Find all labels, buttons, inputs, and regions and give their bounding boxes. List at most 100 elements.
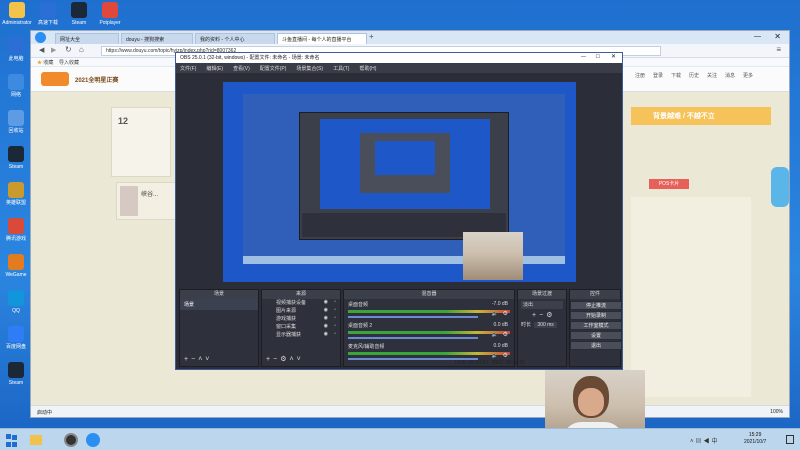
right-list — [631, 197, 751, 397]
card[interactable]: 峡谷... — [116, 182, 176, 220]
banner[interactable]: 背景越难 / 不越不立 — [631, 107, 771, 125]
obs-maximize-button[interactable]: ☐ — [596, 54, 600, 60]
obs-menu-item[interactable]: 查看(V) — [233, 66, 250, 72]
desktop-icon[interactable]: Steam — [64, 2, 94, 26]
tab-1[interactable]: 网址大全 — [55, 33, 119, 44]
network-icon[interactable]: ▤ — [696, 439, 704, 445]
back-icon[interactable]: ◀ — [39, 46, 44, 54]
notification-icon[interactable] — [786, 435, 794, 444]
source-item[interactable]: 显示器捕获 ◉ ▫ — [262, 331, 340, 339]
start-button[interactable] — [6, 434, 18, 447]
site-nav-item[interactable]: 消息 — [721, 72, 739, 79]
new-tab-button[interactable]: + — [369, 32, 374, 41]
lock-icon[interactable]: ▫ — [334, 315, 336, 321]
desktop-icon[interactable]: 高速下载 — [33, 2, 63, 26]
source-item[interactable]: 窗口采集 ◉ ▫ — [262, 323, 340, 331]
channel-settings-icon[interactable]: ⚙ — [503, 331, 508, 338]
desktop-icon[interactable]: 回收站 — [1, 110, 31, 134]
close-button[interactable]: ✕ — [774, 32, 781, 41]
channel-settings-icon[interactable]: ⚙ — [503, 310, 508, 317]
visibility-eye-icon[interactable]: ◉ — [324, 307, 328, 313]
volume-slider[interactable] — [348, 337, 478, 339]
obs-menu-item[interactable]: 工具(T) — [333, 66, 349, 72]
visibility-eye-icon[interactable]: ◉ — [324, 323, 328, 329]
visibility-eye-icon[interactable]: ◉ — [324, 331, 328, 337]
obs-menu-item[interactable]: 配置文件(P) — [260, 66, 287, 72]
desktop-icon[interactable]: 此电脑 — [1, 38, 31, 62]
desktop-icon[interactable]: Steam — [1, 362, 31, 386]
control-button[interactable]: 设置 — [570, 331, 622, 340]
zoom-level[interactable]: 100% — [770, 409, 783, 415]
desktop-icon[interactable]: WeGame — [1, 254, 31, 278]
control-button[interactable]: 开始录制 — [570, 311, 622, 320]
browser-taskbar-icon[interactable] — [86, 433, 100, 447]
control-button[interactable]: 工作室模式 — [570, 321, 622, 330]
obs-taskbar-icon[interactable] — [64, 433, 78, 447]
obs-menu-item[interactable]: 场景集合(S) — [296, 66, 323, 72]
bookmark-star-icon[interactable]: ★ — [37, 60, 42, 66]
move-down-icon[interactable]: ˅ — [297, 356, 304, 363]
desktop-icon[interactable]: 网络 — [1, 74, 31, 98]
site-event-title[interactable]: 2021全明星正赛 — [75, 75, 118, 84]
duration-input[interactable]: 300 ms — [534, 322, 557, 328]
source-item[interactable]: 图片来源 ◉ ▫ — [262, 307, 340, 315]
obs-menu-item[interactable]: 文件(F) — [180, 66, 196, 72]
desktop-icon[interactable]: Potplayer — [95, 2, 125, 26]
refresh-icon[interactable]: ↻ — [65, 45, 72, 54]
home-icon[interactable]: ⌂ — [79, 45, 84, 54]
transition-select[interactable]: 淡出 — [521, 301, 563, 309]
tab-2[interactable]: douyu - 搜狗搜索 — [121, 33, 193, 44]
webcam-person-face — [578, 388, 604, 416]
desktop-icon[interactable]: 英雄联盟 — [1, 182, 31, 206]
obs-menu-item[interactable]: 编辑(E) — [206, 66, 223, 72]
desktop-icon[interactable]: QQ — [1, 290, 31, 314]
lock-icon[interactable]: ▫ — [334, 331, 336, 337]
visibility-eye-icon[interactable]: ◉ — [324, 315, 328, 321]
channel-settings-icon[interactable]: ⚙ — [503, 352, 508, 359]
mute-speaker-icon[interactable]: 🔈 — [492, 353, 498, 359]
lock-icon[interactable]: ▫ — [334, 307, 336, 313]
lock-icon[interactable]: ▫ — [334, 299, 336, 305]
obs-close-button[interactable]: ✕ — [611, 53, 616, 60]
desktop-icon[interactable]: Steam — [1, 146, 31, 170]
control-button[interactable]: 退出 — [570, 341, 622, 350]
clock[interactable]: 15:29 2021/10/7 — [744, 432, 766, 446]
control-button[interactable]: 停止推流 — [570, 301, 622, 310]
obs-menu-item[interactable]: 帮助(H) — [359, 66, 376, 72]
volume-icon[interactable]: ◀ — [704, 439, 712, 445]
desktop-icon[interactable]: 腾讯游戏 — [1, 218, 31, 242]
volume-slider[interactable] — [348, 316, 478, 318]
file-explorer-icon[interactable] — [30, 435, 42, 445]
tab-4-active[interactable]: 斗鱼直播间 - 每个人的直播平台 — [277, 33, 367, 44]
move-down-icon[interactable]: ˅ — [205, 356, 212, 363]
site-nav-item[interactable]: 登录 — [649, 72, 667, 79]
mute-speaker-icon[interactable]: 🔈 — [492, 332, 498, 338]
source-item[interactable]: 视频捕获设备 ◉ ▫ — [262, 299, 340, 307]
ime-icon[interactable]: 中 — [712, 439, 720, 445]
browser-logo-icon[interactable] — [35, 32, 46, 43]
scene-item[interactable]: 场景 — [180, 299, 258, 310]
site-nav-item[interactable]: 下载 — [667, 72, 685, 79]
forward-icon[interactable]: ▶ — [51, 46, 56, 54]
bookmark-label[interactable]: 收藏 — [43, 60, 53, 66]
douyu-logo[interactable] — [41, 72, 69, 86]
desktop-icon[interactable]: Administrator — [2, 2, 32, 26]
move-up-icon[interactable]: ˄ — [289, 356, 296, 363]
minimize-button[interactable]: — — [754, 33, 761, 40]
pos-card[interactable]: POS卡片 — [649, 179, 689, 189]
site-nav-item[interactable]: 注册 — [631, 72, 649, 79]
source-item[interactable]: 游戏捕获 ◉ ▫ — [262, 315, 340, 323]
transition-settings-icon[interactable]: ⚙ — [546, 312, 555, 319]
obs-minimize-button[interactable]: — — [581, 54, 586, 60]
tab-3[interactable]: 我的资料 - 个人中心 — [195, 33, 275, 44]
desktop-icon[interactable]: 百度网盘 — [1, 326, 31, 350]
obs-preview[interactable] — [223, 82, 576, 282]
site-nav-item[interactable]: 更多 — [739, 72, 757, 79]
site-nav-item[interactable]: 关注 — [703, 72, 721, 79]
menu-icon[interactable]: ≡ — [776, 45, 781, 54]
lock-icon[interactable]: ▫ — [334, 323, 336, 329]
site-nav-item[interactable]: 历史 — [685, 72, 703, 79]
mute-speaker-icon[interactable]: 🔈 — [492, 311, 498, 317]
visibility-eye-icon[interactable]: ◉ — [324, 299, 328, 305]
bookmark-import[interactable]: 导入收藏 — [59, 60, 79, 66]
